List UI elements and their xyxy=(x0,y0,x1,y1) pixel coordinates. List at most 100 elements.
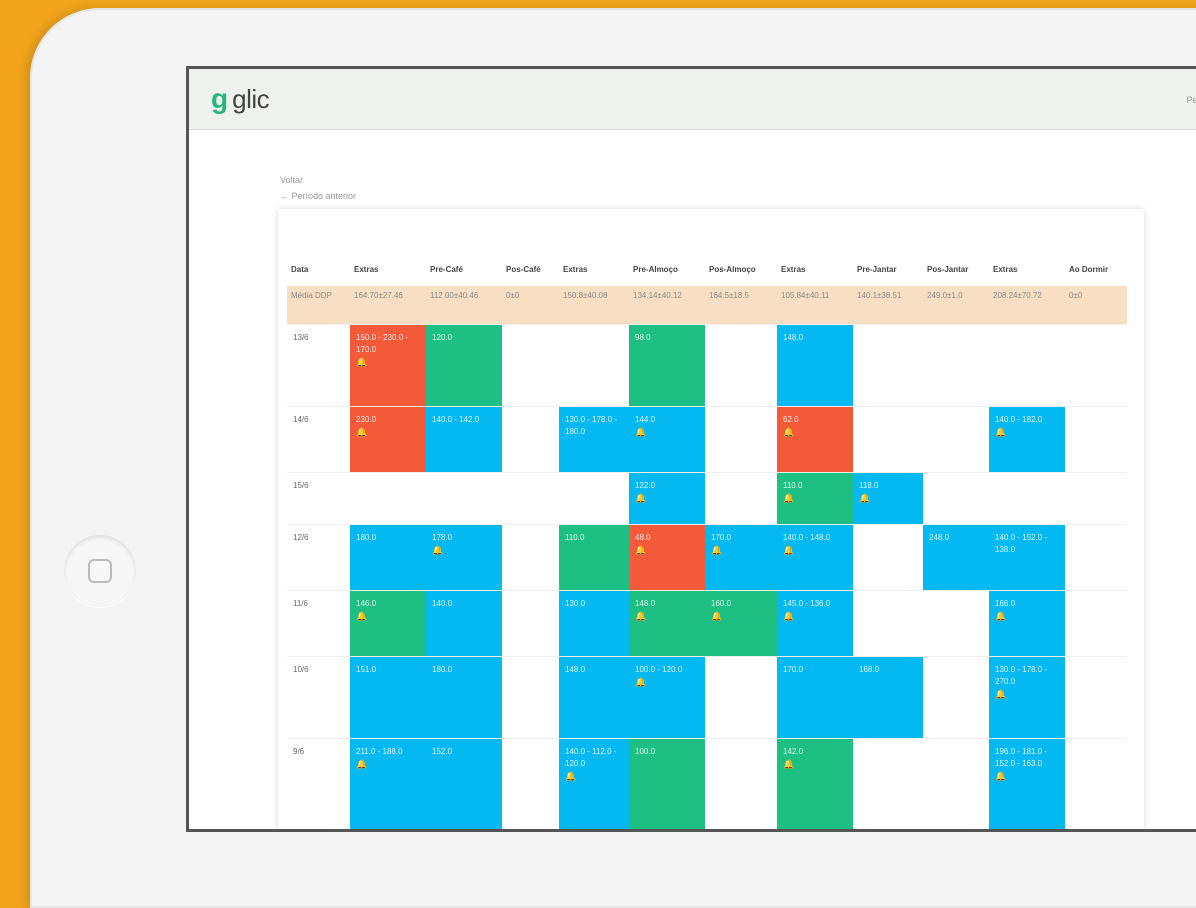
table-row: 15/6 122.0 🔔 110.0 🔔 118.0 🔔 xyxy=(287,472,1127,525)
reading-cell[interactable]: 145.0 - 136.0 🔔 xyxy=(777,590,853,657)
reading-value: 248.0 xyxy=(929,533,950,542)
alert-bell-icon[interactable]: 🔔 xyxy=(635,676,699,688)
reading-cell xyxy=(923,406,989,473)
reading-cell[interactable]: 140.0 - 152.0 - 138.0 xyxy=(989,524,1065,591)
reading-cell[interactable]: 160.0 🔔 xyxy=(705,590,777,657)
reading-cell[interactable]: 211.0 - 188.0 🔔 xyxy=(350,738,426,829)
reading-cell[interactable]: 48.0 🔔 xyxy=(629,524,705,591)
reading-cell[interactable]: 100.0 - 120.0 🔔 xyxy=(629,656,705,739)
reading-value: 152.0 xyxy=(432,747,453,756)
average-cell: 0±0 xyxy=(1065,286,1127,325)
alert-bell-icon[interactable]: 🔔 xyxy=(432,544,496,556)
reading-value: 140.0 - 182.0 xyxy=(995,415,1043,424)
reading-cell[interactable]: 146.0 🔔 xyxy=(350,590,426,657)
alert-bell-icon[interactable]: 🔔 xyxy=(995,770,1059,782)
reading-cell[interactable]: 130.0 xyxy=(559,590,629,657)
reading-cell[interactable]: 148.0 🔔 xyxy=(629,590,705,657)
reading-cell[interactable]: 120.0 xyxy=(426,324,502,407)
reading-value: 148.0 xyxy=(783,333,804,342)
alert-bell-icon[interactable]: 🔔 xyxy=(356,758,420,770)
reading-cell[interactable]: 150.0 - 230.0 - 170.0 🔔 xyxy=(350,324,426,407)
reading-cell[interactable]: 148.0 xyxy=(559,656,629,739)
alert-bell-icon[interactable]: 🔔 xyxy=(711,610,771,622)
reading-cell[interactable]: 180.0 xyxy=(350,524,426,591)
date-cell: 13/6 xyxy=(287,324,350,407)
reading-value: 98.0 xyxy=(635,333,651,342)
average-cell: 164.5±18.5 xyxy=(705,286,777,325)
alert-bell-icon[interactable]: 🔔 xyxy=(859,492,917,504)
average-cell: 134.14±40.12 xyxy=(629,286,705,325)
alert-bell-icon[interactable]: 🔔 xyxy=(635,492,699,504)
reading-cell[interactable]: 170.0 xyxy=(777,656,853,739)
alert-bell-icon[interactable]: 🔔 xyxy=(783,492,847,504)
reading-value: 166.0 xyxy=(995,599,1016,608)
reading-cell[interactable]: 118.0 🔔 xyxy=(853,472,923,525)
reading-cell[interactable]: 168.0 xyxy=(853,656,923,739)
header-profile-link[interactable]: Perfil xyxy=(1186,95,1196,105)
reading-cell[interactable]: 152.0 xyxy=(426,738,502,829)
reading-cell[interactable]: 140.0 - 142.0 xyxy=(426,406,502,473)
column-header: Extras xyxy=(781,265,806,274)
reading-cell[interactable]: 230.0 🔔 xyxy=(350,406,426,473)
reading-cell[interactable]: 166.0 🔔 xyxy=(989,590,1065,657)
alert-bell-icon[interactable]: 🔔 xyxy=(995,688,1059,700)
reading-cell[interactable]: 140.0 - 148.0 🔔 xyxy=(777,524,853,591)
reading-cell[interactable]: 130.0 - 178.0 - 270.0 🔔 xyxy=(989,656,1065,739)
alert-bell-icon[interactable]: 🔔 xyxy=(783,544,847,556)
reading-cell xyxy=(853,324,923,407)
reading-cell xyxy=(853,406,923,473)
reading-cell xyxy=(923,324,989,407)
previous-period-link[interactable]: ← Período anterior xyxy=(280,191,356,201)
alert-bell-icon[interactable]: 🔔 xyxy=(635,610,699,622)
column-header: Ao Dormir xyxy=(1069,265,1109,274)
reading-cell[interactable]: 178.0 🔔 xyxy=(426,524,502,591)
reading-cell xyxy=(923,590,989,657)
alert-bell-icon[interactable]: 🔔 xyxy=(356,356,420,368)
alert-bell-icon[interactable]: 🔔 xyxy=(635,426,699,438)
date-cell: 9/6 xyxy=(287,738,350,829)
reading-value: 150.0 - 230.0 - 170.0 xyxy=(356,333,409,354)
reading-cell[interactable]: 110.0 xyxy=(559,524,629,591)
reading-cell[interactable]: 148.0 xyxy=(777,324,853,407)
reading-cell[interactable]: 140.0 xyxy=(426,590,502,657)
reading-cell[interactable]: 140.0 - 182.0 🔔 xyxy=(989,406,1065,473)
reading-cell[interactable]: 122.0 🔔 xyxy=(629,472,705,525)
average-cell: Média DDP xyxy=(287,286,350,325)
reading-cell xyxy=(923,472,989,525)
alert-bell-icon[interactable]: 🔔 xyxy=(635,544,699,556)
reading-cell[interactable]: 170.0 🔔 xyxy=(705,524,777,591)
alert-bell-icon[interactable]: 🔔 xyxy=(356,610,420,622)
average-cell: 112.00±40.46 xyxy=(426,286,502,325)
alert-bell-icon[interactable]: 🔔 xyxy=(995,426,1059,438)
tablet-home-button[interactable] xyxy=(64,535,136,607)
back-link[interactable]: Voltar xyxy=(280,175,303,185)
reading-cell[interactable]: 100.0 xyxy=(629,738,705,829)
reading-cell[interactable]: 248.0 xyxy=(923,524,989,591)
reading-cell[interactable]: 140.0 - 112.0 - 120.0 🔔 xyxy=(559,738,629,829)
reading-cell[interactable]: 62.0 🔔 xyxy=(777,406,853,473)
alert-bell-icon[interactable]: 🔔 xyxy=(711,544,771,556)
reading-cell xyxy=(853,524,923,591)
reading-cell[interactable]: 142.0 🔔 xyxy=(777,738,853,829)
reading-value: 196.0 - 181.0 - 152.0 - 163.0 xyxy=(995,747,1048,768)
reading-cell[interactable]: 151.0 xyxy=(350,656,426,739)
logo[interactable]: g glic xyxy=(211,83,270,115)
alert-bell-icon[interactable]: 🔔 xyxy=(995,610,1059,622)
reading-value: 145.0 - 136.0 xyxy=(783,599,831,608)
alert-bell-icon[interactable]: 🔔 xyxy=(783,426,847,438)
alert-bell-icon[interactable]: 🔔 xyxy=(356,426,420,438)
reading-cell[interactable]: 180.0 xyxy=(426,656,502,739)
reading-cell[interactable]: 130.0 - 178.0 - 180.0 xyxy=(559,406,629,473)
average-cell: 140.1±38.51 xyxy=(853,286,923,325)
reading-cell[interactable]: 98.0 xyxy=(629,324,705,407)
alert-bell-icon[interactable]: 🔔 xyxy=(783,758,847,770)
reading-cell xyxy=(705,406,777,473)
reading-value: 118.0 xyxy=(859,481,879,490)
alert-bell-icon[interactable]: 🔔 xyxy=(565,770,623,782)
reading-cell xyxy=(705,324,777,407)
reading-cell[interactable]: 144.0 🔔 xyxy=(629,406,705,473)
reading-cell[interactable]: 110.0 🔔 xyxy=(777,472,853,525)
reading-cell xyxy=(559,472,629,525)
alert-bell-icon[interactable]: 🔔 xyxy=(783,610,847,622)
reading-cell[interactable]: 196.0 - 181.0 - 152.0 - 163.0 🔔 xyxy=(989,738,1065,829)
